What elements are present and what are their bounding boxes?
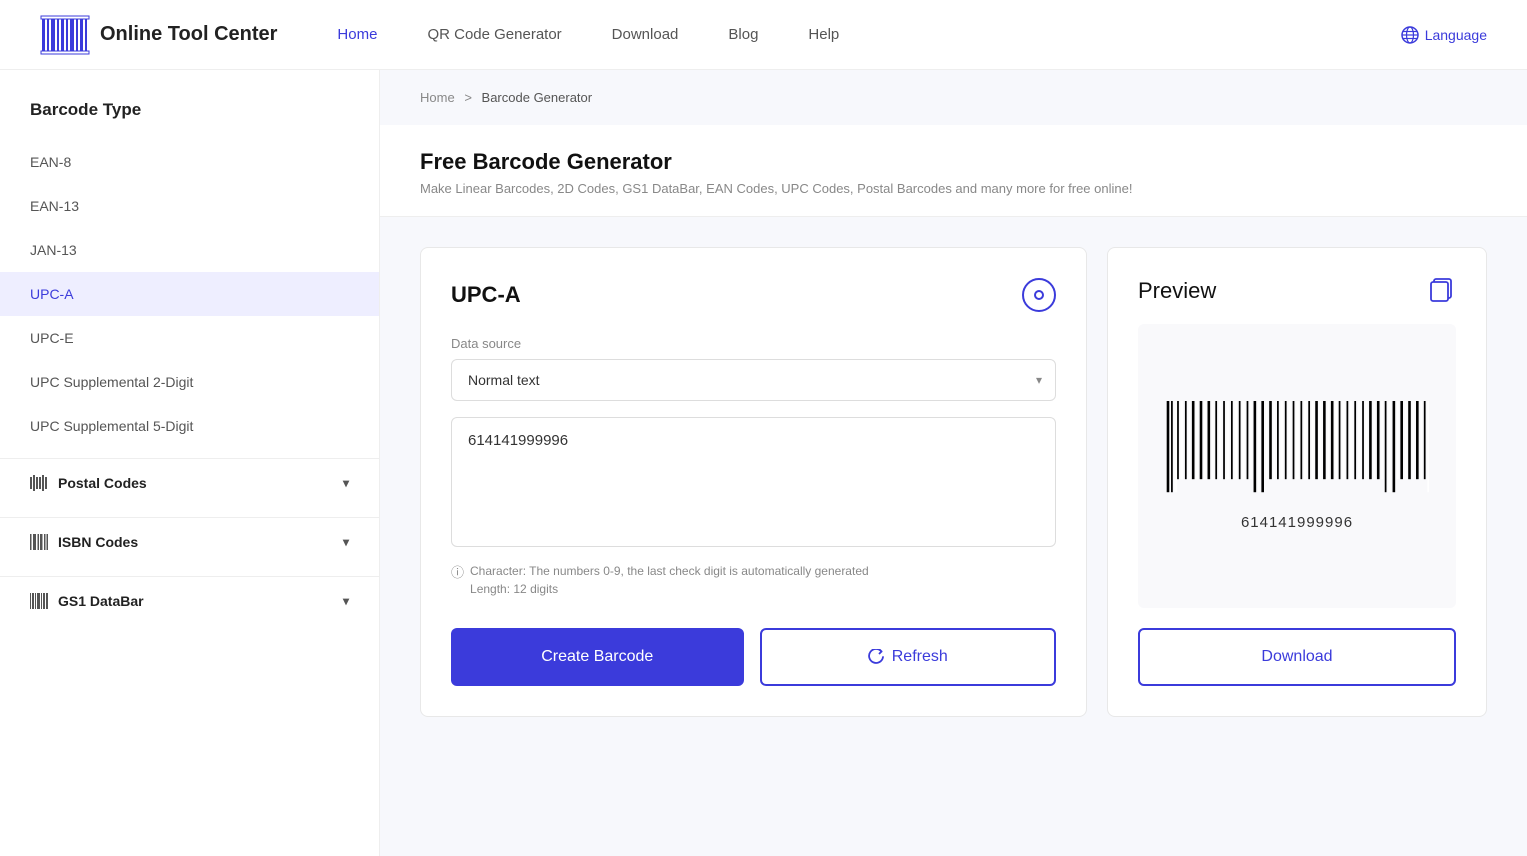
copy-button[interactable] bbox=[1430, 278, 1456, 304]
sidebar-item-upc5[interactable]: UPC Supplemental 5-Digit bbox=[0, 404, 379, 448]
nav-download[interactable]: Download bbox=[612, 26, 679, 43]
refresh-icon bbox=[868, 649, 884, 665]
logo-icon bbox=[40, 15, 90, 55]
copy-icon bbox=[1430, 278, 1456, 304]
barcode-input[interactable]: 614141999996 bbox=[451, 417, 1056, 547]
nav-blog[interactable]: Blog bbox=[728, 26, 758, 43]
isbn-codes-chevron: ▾ bbox=[343, 535, 349, 549]
tool-container: UPC-A Data source Normal text Hex data B… bbox=[380, 217, 1527, 747]
action-row: Create Barcode Refresh bbox=[451, 628, 1056, 686]
isbn-codes-icon bbox=[30, 534, 48, 550]
header: Online Tool Center Home QR Code Generato… bbox=[0, 0, 1527, 70]
sidebar-item-upc2[interactable]: UPC Supplemental 2-Digit bbox=[0, 360, 379, 404]
breadcrumb-home[interactable]: Home bbox=[420, 90, 455, 105]
logo-text: Online Tool Center bbox=[100, 23, 277, 46]
language-selector[interactable]: Language bbox=[1401, 26, 1487, 44]
language-label: Language bbox=[1425, 27, 1487, 43]
gs1-databar-chevron: ▾ bbox=[343, 594, 349, 608]
data-source-select-wrapper: Normal text Hex data Base64 data ▾ bbox=[451, 359, 1056, 401]
barcode-type-label: UPC-A bbox=[451, 282, 521, 308]
gs1-databar-label: GS1 DataBar bbox=[58, 593, 144, 609]
breadcrumb-current: Barcode Generator bbox=[482, 90, 593, 105]
preview-panel: Preview bbox=[1107, 247, 1487, 717]
sidebar-group-gs1: GS1 DataBar ▾ bbox=[0, 576, 379, 625]
postal-codes-label: Postal Codes bbox=[58, 475, 147, 491]
postal-codes-icon bbox=[30, 475, 48, 491]
gs1-databar-icon bbox=[30, 593, 48, 609]
create-barcode-button[interactable]: Create Barcode bbox=[451, 628, 744, 686]
form-panel-title: UPC-A bbox=[451, 278, 1056, 312]
nav-help[interactable]: Help bbox=[808, 26, 839, 43]
sidebar-item-ean13[interactable]: EAN-13 bbox=[0, 184, 379, 228]
page-subtitle: Make Linear Barcodes, 2D Codes, GS1 Data… bbox=[420, 181, 1487, 196]
hint-icon: ⓘ bbox=[451, 563, 464, 583]
sidebar-group-postal: Postal Codes ▾ bbox=[0, 458, 379, 507]
data-source-label: Data source bbox=[451, 336, 1056, 351]
main-nav: Home QR Code Generator Download Blog Hel… bbox=[337, 26, 1400, 43]
circle-icon-inner bbox=[1034, 290, 1044, 300]
nav-home[interactable]: Home bbox=[337, 26, 377, 43]
nav-qr[interactable]: QR Code Generator bbox=[427, 26, 561, 43]
sidebar-title: Barcode Type bbox=[0, 100, 379, 140]
globe-icon bbox=[1401, 26, 1419, 44]
sidebar-item-jan13[interactable]: JAN-13 bbox=[0, 228, 379, 272]
content-area: Home > Barcode Generator Free Barcode Ge… bbox=[380, 70, 1527, 856]
sidebar-item-upce[interactable]: UPC-E bbox=[0, 316, 379, 360]
breadcrumb: Home > Barcode Generator bbox=[380, 70, 1527, 125]
sidebar-group-isbn-header[interactable]: ISBN Codes ▾ bbox=[0, 518, 379, 566]
main-layout: Barcode Type EAN-8 EAN-13 JAN-13 UPC-A U… bbox=[0, 70, 1527, 856]
barcode-display: 614141999996 bbox=[1138, 324, 1456, 608]
refresh-label: Refresh bbox=[892, 648, 948, 666]
sidebar-item-upca[interactable]: UPC-A bbox=[0, 272, 379, 316]
download-button[interactable]: Download bbox=[1138, 628, 1456, 686]
preview-title: Preview bbox=[1138, 278, 1216, 304]
sidebar-group-gs1-header[interactable]: GS1 DataBar ▾ bbox=[0, 577, 379, 625]
refresh-button[interactable]: Refresh bbox=[760, 628, 1057, 686]
postal-codes-chevron: ▾ bbox=[343, 476, 349, 490]
isbn-codes-label: ISBN Codes bbox=[58, 534, 138, 550]
sidebar-group-postal-header[interactable]: Postal Codes ▾ bbox=[0, 459, 379, 507]
sidebar: Barcode Type EAN-8 EAN-13 JAN-13 UPC-A U… bbox=[0, 70, 380, 856]
breadcrumb-separator: > bbox=[464, 90, 472, 105]
sidebar-item-ean8[interactable]: EAN-8 bbox=[0, 140, 379, 184]
sidebar-group-isbn: ISBN Codes ▾ bbox=[0, 517, 379, 566]
logo[interactable]: Online Tool Center bbox=[40, 15, 277, 55]
hint-content: Character: The numbers 0-9, the last che… bbox=[470, 562, 869, 598]
page-header: Free Barcode Generator Make Linear Barco… bbox=[380, 125, 1527, 217]
form-panel: UPC-A Data source Normal text Hex data B… bbox=[420, 247, 1087, 717]
page-title: Free Barcode Generator bbox=[420, 149, 1487, 175]
barcode-image bbox=[1158, 401, 1436, 505]
hint-text: ⓘ Character: The numbers 0-9, the last c… bbox=[451, 562, 1056, 598]
data-source-select[interactable]: Normal text Hex data Base64 data bbox=[451, 359, 1056, 401]
preview-header: Preview bbox=[1138, 278, 1456, 304]
barcode-circle-icon[interactable] bbox=[1022, 278, 1056, 312]
barcode-number: 614141999996 bbox=[1241, 514, 1353, 531]
